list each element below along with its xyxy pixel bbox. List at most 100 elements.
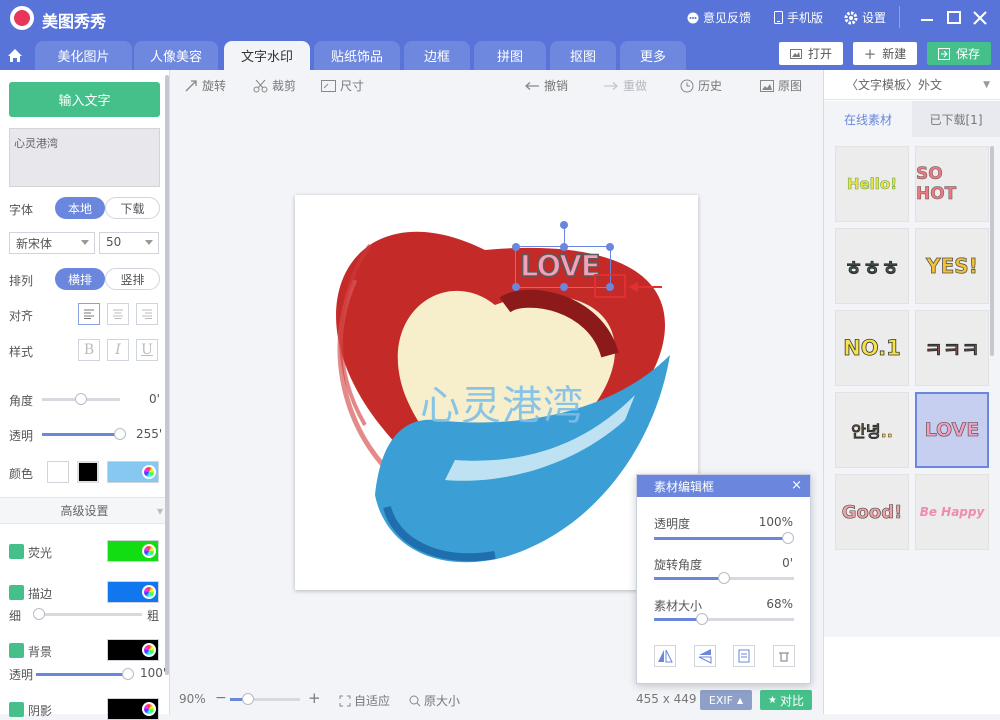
size-tool[interactable]: 尺寸 <box>321 77 364 94</box>
bg-opacity-slider[interactable] <box>36 668 134 680</box>
dialog-titlebar[interactable]: 素材编辑框 × <box>637 475 810 497</box>
material-thumb[interactable]: Good! <box>835 474 909 550</box>
slider-knob[interactable] <box>114 428 126 440</box>
compare-button[interactable]: ★ 对比 <box>760 690 812 710</box>
history-tool[interactable]: 历史 <box>680 77 722 94</box>
text-input[interactable]: 心灵港湾 <box>9 128 160 187</box>
input-text-button[interactable]: 输入文字 <box>9 82 160 117</box>
shadow-checkbox[interactable] <box>9 702 24 717</box>
material-thumb[interactable]: Be Happy <box>915 474 989 550</box>
dialog-opacity-slider[interactable] <box>654 532 794 544</box>
exif-button[interactable]: EXIF ▲ <box>700 690 752 710</box>
tab-more[interactable]: 更多 <box>620 41 686 70</box>
color-swatch-white[interactable] <box>47 461 69 483</box>
font-family-select[interactable]: 新宋体 <box>9 232 95 254</box>
slider-knob[interactable] <box>782 532 794 544</box>
settings-button[interactable]: 设置 <box>844 9 886 26</box>
close-icon[interactable]: × <box>791 478 802 493</box>
material-thumb[interactable]: ㅎㅎㅎ <box>835 228 909 304</box>
angle-slider[interactable] <box>42 393 120 405</box>
left-scrollbar[interactable] <box>165 75 169 675</box>
slider-knob[interactable] <box>241 693 254 705</box>
open-button[interactable]: 打开 <box>779 42 843 65</box>
stroke-color-picker[interactable] <box>107 581 159 603</box>
resize-handle[interactable] <box>512 243 520 251</box>
opacity-slider[interactable] <box>42 428 126 440</box>
material-thumb[interactable]: 안녕.. <box>835 392 909 468</box>
slider-knob[interactable] <box>33 608 46 620</box>
italic-button[interactable]: I <box>107 339 129 361</box>
home-button[interactable] <box>0 40 30 70</box>
background-checkbox[interactable] <box>9 643 24 658</box>
tab-downloaded[interactable]: 已下载[1] <box>912 101 1000 137</box>
material-thumb-selected[interactable]: LOVE <box>915 392 989 468</box>
material-thumb[interactable]: ㅋㅋㅋ <box>915 310 989 386</box>
tab-text-watermark[interactable]: 文字水印 <box>224 41 310 70</box>
tab-beautify[interactable]: 美化图片 <box>35 41 132 70</box>
horizontal-toggle[interactable]: 横排 <box>55 268 105 290</box>
slider-knob[interactable] <box>75 393 87 405</box>
font-local-toggle[interactable]: 本地 <box>55 197 105 219</box>
zoom-out-button[interactable]: − <box>215 690 227 706</box>
category-select[interactable]: 〈文字模板〉外文 ▼ <box>824 70 1000 100</box>
font-download-toggle[interactable]: 下载 <box>105 197 160 219</box>
maximize-icon[interactable] <box>944 8 964 28</box>
save-button[interactable]: 保存 <box>927 42 991 65</box>
underline-button[interactable]: U <box>136 339 158 361</box>
tab-frames[interactable]: 边框 <box>404 41 470 70</box>
align-center-icon[interactable] <box>107 303 129 325</box>
resize-handle[interactable] <box>512 283 520 291</box>
tab-online-materials[interactable]: 在线素材 <box>824 101 912 137</box>
stroke-width-slider[interactable] <box>33 608 142 620</box>
layer-icon[interactable] <box>733 645 755 667</box>
font-size-select[interactable]: 50 <box>99 232 159 254</box>
material-thumb[interactable]: Hello! <box>835 146 909 222</box>
bold-button[interactable]: B <box>78 339 100 361</box>
fit-button[interactable]: 自适应 <box>339 692 390 709</box>
feedback-button[interactable]: 意见反馈 <box>687 9 751 26</box>
dialog-rotation-slider[interactable] <box>654 572 794 584</box>
align-left-icon[interactable] <box>78 303 100 325</box>
slider-knob[interactable] <box>122 668 134 680</box>
zoom-slider[interactable] <box>230 693 300 705</box>
dialog-size-slider[interactable] <box>654 613 794 625</box>
material-thumb[interactable]: SO HOT <box>915 146 989 222</box>
resize-handle[interactable] <box>560 283 568 291</box>
close-icon[interactable] <box>970 8 990 28</box>
crop-tool[interactable]: 裁剪 <box>253 77 296 94</box>
tab-collage[interactable]: 拼图 <box>474 41 546 70</box>
glow-color-picker[interactable] <box>107 540 159 562</box>
zoom-in-button[interactable]: + <box>308 689 321 707</box>
tab-cutout[interactable]: 抠图 <box>550 41 616 70</box>
delete-icon[interactable] <box>773 645 795 667</box>
undo-tool[interactable]: 撤销 <box>524 77 568 94</box>
right-scrollbar[interactable] <box>990 146 994 356</box>
tab-portrait[interactable]: 人像美容 <box>134 41 218 70</box>
background-color-picker[interactable] <box>107 639 159 661</box>
resize-handle[interactable] <box>606 243 614 251</box>
minimize-icon[interactable] <box>917 8 937 28</box>
glow-checkbox[interactable] <box>9 544 24 559</box>
text-color-picker[interactable] <box>107 461 159 483</box>
align-right-icon[interactable] <box>136 303 158 325</box>
new-button[interactable]: + 新建 <box>853 42 917 65</box>
flip-horizontal-icon[interactable] <box>654 645 676 667</box>
stroke-checkbox[interactable] <box>9 585 24 600</box>
slider-knob[interactable] <box>695 613 708 625</box>
material-thumb[interactable]: NO.1 <box>835 310 909 386</box>
material-thumb[interactable]: YES! <box>915 228 989 304</box>
slider-knob[interactable] <box>718 572 730 584</box>
original-tool[interactable]: 原图 <box>760 77 802 94</box>
shadow-color-picker[interactable] <box>107 698 159 720</box>
mobile-button[interactable]: 手机版 <box>774 9 823 26</box>
flip-vertical-icon[interactable] <box>694 645 716 667</box>
watermark-text[interactable]: 心灵港湾 <box>420 373 584 431</box>
advanced-settings-header[interactable]: 高级设置 ▾ <box>0 497 169 524</box>
actual-size-button[interactable]: 原大小 <box>409 692 460 709</box>
redo-tool[interactable]: 重做 <box>603 77 647 94</box>
rotate-handle[interactable] <box>560 221 568 229</box>
vertical-toggle[interactable]: 竖排 <box>105 268 160 290</box>
tab-stickers[interactable]: 贴纸饰品 <box>314 41 400 70</box>
color-swatch-black[interactable] <box>77 461 99 483</box>
rotate-tool[interactable]: 旋转 <box>184 77 226 94</box>
